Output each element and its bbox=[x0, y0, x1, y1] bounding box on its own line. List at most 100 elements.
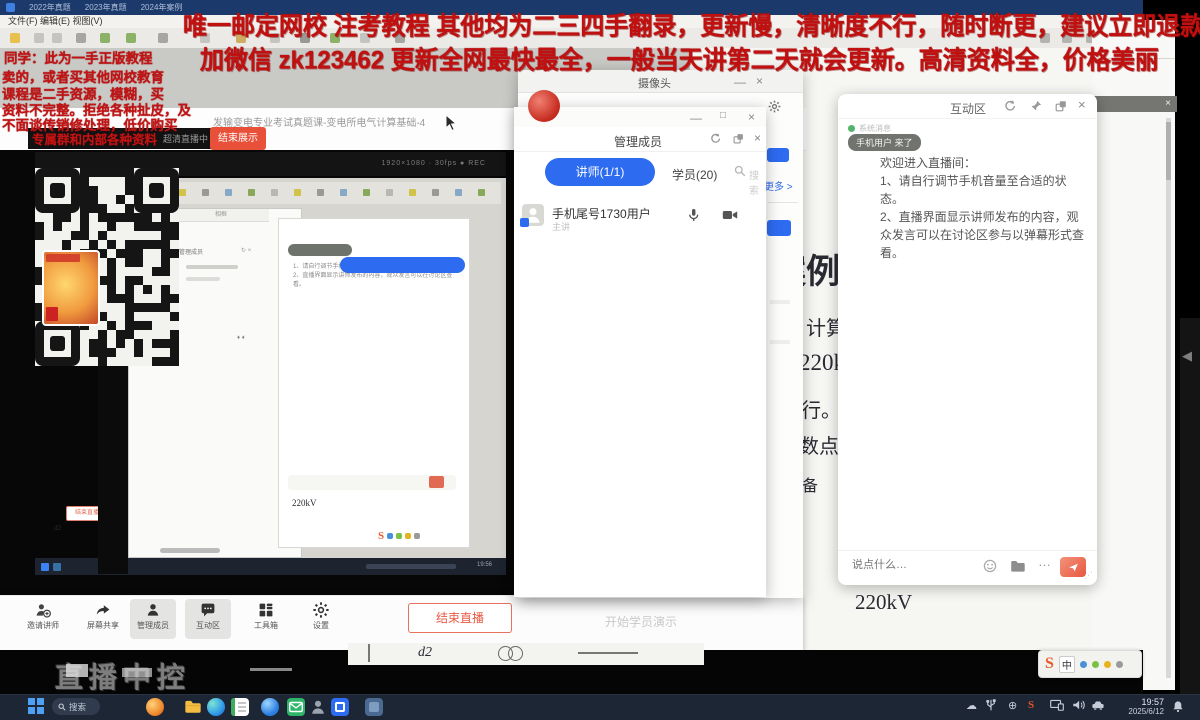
welcome-line: 1、请自行调节手机音量至合适的状 bbox=[880, 174, 1067, 188]
circuit-line bbox=[578, 652, 638, 654]
toolbar-members-button[interactable]: 管理成员 bbox=[130, 599, 176, 639]
member-panel-header: 管理成员 × bbox=[514, 127, 766, 152]
notification-bell-icon[interactable] bbox=[1172, 700, 1184, 713]
chat-window: 互动区 × 系统消息 手机用户 来了 欢迎进入直播间： 1、请自行调节手机音量至… bbox=[838, 94, 1097, 585]
taskbar-app-icon[interactable] bbox=[261, 698, 279, 716]
close-icon[interactable]: × bbox=[1078, 98, 1086, 111]
contacts-app-icon[interactable] bbox=[309, 698, 327, 716]
speaker-tray-icon[interactable] bbox=[1072, 699, 1085, 711]
doc-fragment: 数点 bbox=[799, 436, 839, 458]
teacher-tab[interactable]: 讲师(1/1) bbox=[545, 158, 655, 186]
taskbar-app-icon[interactable] bbox=[331, 698, 349, 716]
qr-center-photo bbox=[42, 250, 100, 326]
nested-toolbar bbox=[125, 182, 501, 204]
search-icon[interactable] bbox=[734, 165, 746, 177]
scrollbar-track[interactable] bbox=[1166, 118, 1171, 678]
refresh-icon[interactable] bbox=[1004, 100, 1016, 112]
toolbar-label: 互动区 bbox=[196, 621, 220, 630]
toolbar-label: 管理成员 bbox=[137, 621, 169, 630]
usb-tray-icon[interactable] bbox=[986, 699, 996, 712]
send-button[interactable] bbox=[1060, 557, 1086, 577]
toolbar-label: 邀请讲师 bbox=[27, 621, 59, 630]
more-link[interactable]: 更多 > bbox=[764, 178, 793, 193]
cloud-tray-icon[interactable]: ☁ bbox=[966, 699, 977, 712]
camera-icon[interactable] bbox=[722, 208, 738, 222]
resize-handle[interactable]: ⋰ bbox=[1084, 570, 1093, 581]
window-fragment bbox=[250, 668, 292, 671]
toolbar-screenshare-button[interactable]: 屏幕共享 bbox=[80, 599, 126, 639]
pin-icon[interactable] bbox=[1030, 100, 1042, 112]
start-button[interactable] bbox=[28, 698, 44, 714]
close-icon[interactable]: × bbox=[748, 111, 755, 123]
toolbar-settings-button[interactable]: 设置 bbox=[298, 599, 344, 639]
more-icon[interactable]: … bbox=[1038, 554, 1052, 569]
image-folder-icon[interactable] bbox=[1010, 559, 1026, 573]
wps-tray-icon[interactable]: S bbox=[1028, 699, 1034, 711]
notice-line: 同学：此为一手正版教程 bbox=[4, 51, 153, 66]
wps-ime-dock: S 中 bbox=[1038, 650, 1142, 678]
nested-scrollbar bbox=[160, 548, 220, 553]
toolbar-label: 设置 bbox=[313, 621, 329, 630]
welcome-line: 众发言可以在讨论区参与以弹幕形式查 bbox=[880, 228, 1085, 242]
taskbar-clock[interactable]: 19:57 2025/6/12 bbox=[1108, 697, 1164, 717]
popout-icon[interactable] bbox=[1055, 100, 1067, 112]
popout-icon[interactable] bbox=[733, 133, 744, 144]
taskbar-doc-app-icon[interactable] bbox=[231, 698, 249, 716]
mail-app-icon[interactable] bbox=[287, 698, 305, 716]
edge-browser-icon[interactable] bbox=[207, 698, 225, 716]
member-panel-title: 管理成员 bbox=[614, 135, 663, 149]
window-fragment bbox=[122, 668, 152, 677]
close-icon[interactable]: × bbox=[756, 75, 763, 87]
wps-logo[interactable]: S bbox=[1045, 655, 1054, 673]
member-avatar bbox=[520, 204, 544, 227]
file-explorer-icon[interactable] bbox=[184, 698, 202, 716]
cast-screen-tray-icon[interactable] bbox=[1050, 699, 1064, 711]
collapse-panel-arrow-icon[interactable]: ◀ bbox=[1182, 348, 1192, 364]
pdf-tab[interactable]: 2023年真题 bbox=[85, 2, 127, 13]
search-icon bbox=[58, 702, 66, 711]
minimize-icon[interactable]: — bbox=[734, 76, 746, 88]
nested-window-controls: ↻ × bbox=[241, 248, 252, 254]
nested-dark-band bbox=[98, 362, 128, 574]
camera-window-title: 摄像头 bbox=[638, 78, 671, 90]
toolbar-chat-button[interactable]: 互动区 bbox=[185, 599, 231, 639]
refresh-icon[interactable] bbox=[710, 133, 721, 144]
minimize-icon[interactable]: — bbox=[690, 112, 702, 124]
vehicle-tray-icon[interactable] bbox=[1091, 699, 1105, 711]
toolbar-invite-button[interactable]: 邀请讲师 bbox=[20, 599, 66, 639]
gear-icon[interactable] bbox=[768, 100, 781, 113]
close-icon[interactable]: × bbox=[1165, 98, 1171, 109]
clock-time: 19:57 bbox=[1141, 697, 1164, 707]
notice-line: 不面谈传销修处理，低价购买 bbox=[2, 118, 178, 133]
search-label: 搜索 bbox=[69, 701, 87, 712]
maximize-icon[interactable]: □ bbox=[720, 111, 726, 121]
welcome-message: 欢迎进入直播间： 1、请自行调节手机音量至合适的状 态。 2、直播界面显示讲师发… bbox=[880, 154, 1090, 262]
taskbar-app-icon[interactable] bbox=[146, 698, 164, 716]
toolbar-toolbox-button[interactable]: 工具箱 bbox=[243, 599, 289, 639]
pdf-tab[interactable]: 2022年真题 bbox=[29, 2, 71, 13]
ime-mode-indicator[interactable]: 中 bbox=[1058, 655, 1075, 673]
mic-icon[interactable] bbox=[686, 207, 701, 223]
pdf-tab[interactable]: 2024年案例 bbox=[141, 2, 183, 13]
dock-icon bbox=[1091, 660, 1099, 668]
join-badge: 手机用户 来了 bbox=[848, 134, 921, 151]
emoji-icon[interactable] bbox=[983, 559, 997, 573]
end-live-button[interactable]: 结束直播 bbox=[408, 603, 512, 633]
taskbar-search[interactable]: 搜索 bbox=[52, 698, 100, 715]
side-blue-button[interactable] bbox=[767, 220, 791, 236]
nested-member-title: 管理成员 bbox=[179, 250, 204, 256]
side-document-strip bbox=[1092, 20, 1175, 690]
doc-d2-label: d2 bbox=[418, 645, 432, 660]
start-demo-button[interactable]: 开始学员演示 bbox=[605, 613, 677, 630]
circuit-line bbox=[368, 644, 370, 662]
end-show-button[interactable]: 结束展示 bbox=[210, 127, 266, 150]
plus-tray-icon[interactable]: ⊕ bbox=[1008, 699, 1017, 712]
search-placeholder[interactable]: 搜索 bbox=[749, 167, 766, 197]
system-message-row: 系统消息 bbox=[848, 123, 891, 134]
student-tab[interactable]: 学员(20) bbox=[672, 166, 717, 183]
taskbar-app-icon[interactable] bbox=[365, 698, 383, 716]
chat-input[interactable] bbox=[850, 558, 974, 572]
close-icon[interactable]: × bbox=[754, 132, 761, 144]
scrollbar-thumb[interactable] bbox=[1166, 122, 1171, 180]
side-blue-button[interactable] bbox=[767, 148, 789, 162]
